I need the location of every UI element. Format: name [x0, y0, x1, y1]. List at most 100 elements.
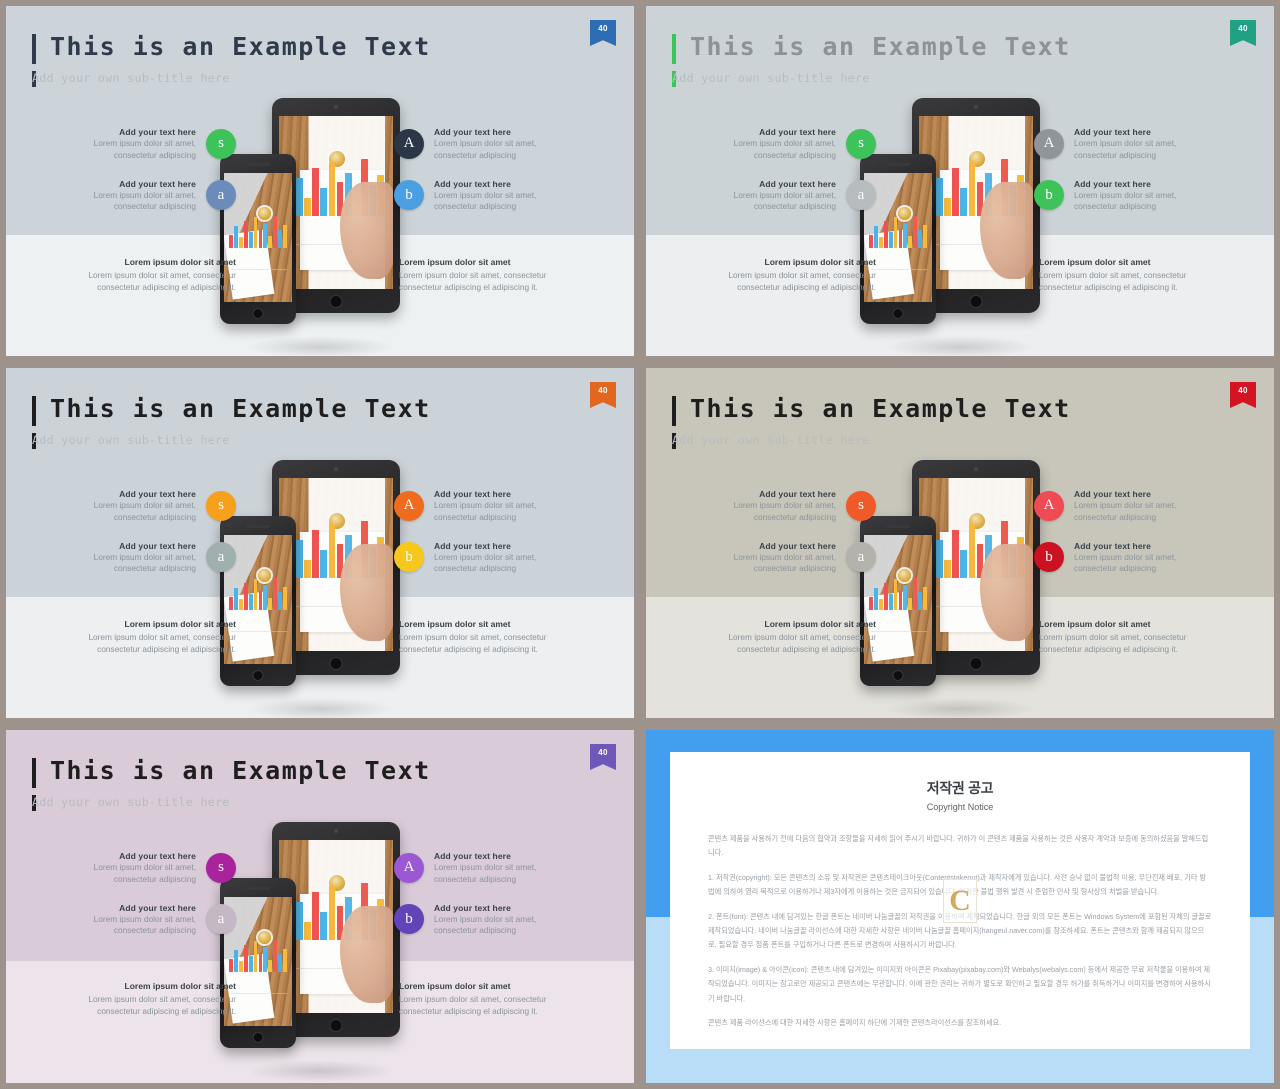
bullet-item[interactable]: b Add your text here Lorem ipsum dolor s… [1034, 178, 1214, 214]
bullet-item[interactable]: A Add your text here Lorem ipsum dolor s… [394, 488, 574, 524]
bullets-right: A Add your text here Lorem ipsum dolor s… [394, 126, 574, 213]
speaker-icon [246, 525, 270, 528]
bullet-text: Add your text here Lorem ipsum dolor sit… [706, 178, 836, 214]
page-title: This is an Example Text [50, 32, 431, 61]
bar-chart [229, 925, 287, 972]
slide-1[interactable]: 40 This is an Example Text Add your own … [0, 0, 640, 362]
tablet-screen [279, 116, 393, 289]
bullet-item[interactable]: Add your text here Lorem ipsum dolor sit… [66, 540, 236, 576]
footer-left: Lorem ipsum dolor sit amet Lorem ipsum d… [686, 256, 876, 294]
bullet-item[interactable]: Add your text here Lorem ipsum dolor sit… [706, 488, 876, 524]
bullet-item[interactable]: Add your text here Lorem ipsum dolor sit… [66, 126, 236, 162]
bullet-item[interactable]: A Add your text here Lorem ipsum dolor s… [394, 850, 574, 886]
bullets-right: A Add your text here Lorem ipsum dolor s… [394, 850, 574, 937]
bullet-body: Lorem ipsum dolor sit amet, consectetur … [1074, 500, 1177, 522]
bullet-body: Lorem ipsum dolor sit amet, consectetur … [93, 862, 196, 884]
bullet-heading: Add your text here [119, 540, 196, 551]
footer-right: Lorem ipsum dolor sit amet Lorem ipsum d… [399, 256, 589, 294]
footer-left: Lorem ipsum dolor sit amet Lorem ipsum d… [46, 256, 236, 294]
device-reflection [885, 336, 1035, 356]
title-row: This is an Example Text [672, 394, 1214, 426]
bullet-item[interactable]: Add your text here Lorem ipsum dolor sit… [66, 488, 236, 524]
bullet-heading: Add your text here [434, 489, 511, 499]
speaker-icon [246, 163, 270, 166]
footer-heading: Lorem ipsum dolor sit amet [124, 257, 236, 267]
home-button-icon [329, 295, 343, 308]
bullet-body: Lorem ipsum dolor sit amet, consectetur … [733, 138, 836, 160]
camera-icon [334, 467, 338, 471]
bullet-item[interactable]: A Add your text here Lorem ipsum dolor s… [1034, 488, 1214, 524]
page-subtitle: Add your own sub-title here [32, 795, 230, 809]
slide-copyright[interactable]: 저작권 공고 Copyright Notice 콘텐츠 제품을 사용하기 전에 … [640, 724, 1280, 1089]
slide-5[interactable]: 40 This is an Example Text Add your own … [0, 724, 640, 1089]
bullet-text: Add your text here Lorem ipsum dolor sit… [66, 488, 196, 524]
speaker-icon [886, 525, 910, 528]
bullet-item[interactable]: A Add your text here Lorem ipsum dolor s… [1034, 126, 1214, 162]
line-chart [230, 255, 287, 284]
bullet-item[interactable]: Add your text here Lorem ipsum dolor sit… [66, 178, 236, 214]
footer-heading: Lorem ipsum dolor sit amet [399, 619, 511, 629]
bullets-right: A Add your text here Lorem ipsum dolor s… [1034, 126, 1214, 213]
page-number: 40 [598, 386, 608, 395]
camera-icon [974, 467, 978, 471]
footer-body: Lorem ipsum dolor sit amet, consectetur … [399, 269, 547, 293]
footer-body: Lorem ipsum dolor sit amet, consectetur … [88, 269, 236, 293]
bullet-circle-icon: b [394, 904, 424, 935]
footer-body: Lorem ipsum dolor sit amet, consectetur … [1039, 269, 1187, 293]
subtitle-row: Add your own sub-title here [672, 71, 1214, 87]
page-title: This is an Example Text [50, 756, 431, 785]
footer-heading: Lorem ipsum dolor sit amet [764, 257, 876, 267]
slide-4[interactable]: 40 This is an Example Text Add your own … [640, 362, 1280, 724]
bullet-item[interactable]: Add your text here Lorem ipsum dolor sit… [706, 126, 876, 162]
bullet-circle-icon: a [846, 180, 876, 211]
bullet-text: Add your text here Lorem ipsum dolor sit… [434, 540, 574, 576]
copyright-page: 저작권 공고 Copyright Notice 콘텐츠 제품을 사용하기 전에 … [670, 752, 1250, 1049]
slide-3[interactable]: 40 This is an Example Text Add your own … [0, 362, 640, 724]
bullet-text: Add your text here Lorem ipsum dolor sit… [706, 488, 836, 524]
bullet-heading: Add your text here [759, 127, 836, 137]
footer-body: Lorem ipsum dolor sit amet, consectetur … [728, 269, 876, 293]
bullet-body: Lorem ipsum dolor sit amet, consectetur … [434, 500, 537, 522]
bullet-item[interactable]: b Add your text here Lorem ipsum dolor s… [394, 540, 574, 576]
bullet-body: Lorem ipsum dolor sit amet, consectetur … [434, 913, 537, 936]
title-accent-bar [672, 396, 676, 426]
bullet-circle-icon: A [394, 128, 424, 159]
bullet-body: Lorem ipsum dolor sit amet, consectetur … [434, 551, 537, 574]
bullet-heading: Add your text here [434, 540, 511, 551]
bullet-item[interactable]: b Add your text here Lorem ipsum dolor s… [394, 178, 574, 214]
home-button-icon [252, 1032, 264, 1043]
bullet-item[interactable]: Add your text here Lorem ipsum dolor sit… [706, 540, 876, 576]
footer-heading: Lorem ipsum dolor sit amet [124, 981, 236, 991]
footer-heading: Lorem ipsum dolor sit amet [1039, 257, 1151, 267]
bullet-circle-icon: s [206, 490, 236, 521]
bullet-heading: Add your text here [1074, 540, 1151, 551]
bullets-left: Add your text here Lorem ipsum dolor sit… [706, 488, 876, 575]
bullet-item[interactable]: A Add your text here Lorem ipsum dolor s… [394, 126, 574, 162]
bullets-right: A Add your text here Lorem ipsum dolor s… [394, 488, 574, 575]
bullet-circle-icon: b [394, 180, 424, 211]
home-button-icon [252, 308, 264, 319]
bullet-text: Add your text here Lorem ipsum dolor sit… [1074, 540, 1214, 576]
bullet-circle-icon: a [206, 904, 236, 935]
copyright-paragraph: 3. 이미지(image) & 아이콘(icon): 콘텐츠 내에 담겨있는 이… [708, 964, 1211, 1003]
bullet-item[interactable]: Add your text here Lorem ipsum dolor sit… [706, 178, 876, 214]
device-reflection [885, 698, 1035, 718]
copyright-subtitle: Copyright Notice [926, 802, 994, 812]
footer-heading: Lorem ipsum dolor sit amet [1039, 619, 1151, 629]
bullets-left: Add your text here Lorem ipsum dolor sit… [66, 126, 236, 213]
bullet-item[interactable]: b Add your text here Lorem ipsum dolor s… [394, 902, 574, 938]
footer-heading: Lorem ipsum dolor sit amet [399, 981, 511, 991]
slide-2[interactable]: 40 This is an Example Text Add your own … [640, 0, 1280, 362]
bullet-body: Lorem ipsum dolor sit amet, consectetur … [93, 500, 196, 522]
bullet-item[interactable]: b Add your text here Lorem ipsum dolor s… [1034, 540, 1214, 576]
title-accent-bar [32, 758, 36, 788]
device-mockup [860, 460, 1060, 718]
bullet-text: Add your text here Lorem ipsum dolor sit… [1074, 178, 1214, 214]
bullet-heading: Add your text here [119, 127, 196, 137]
speaker-icon [886, 163, 910, 166]
bullet-item[interactable]: Add your text here Lorem ipsum dolor sit… [66, 850, 236, 886]
page-number: 40 [1238, 24, 1248, 33]
line-chart [230, 617, 287, 646]
bullet-text: Add your text here Lorem ipsum dolor sit… [1074, 488, 1214, 524]
bullet-item[interactable]: Add your text here Lorem ipsum dolor sit… [66, 902, 236, 938]
